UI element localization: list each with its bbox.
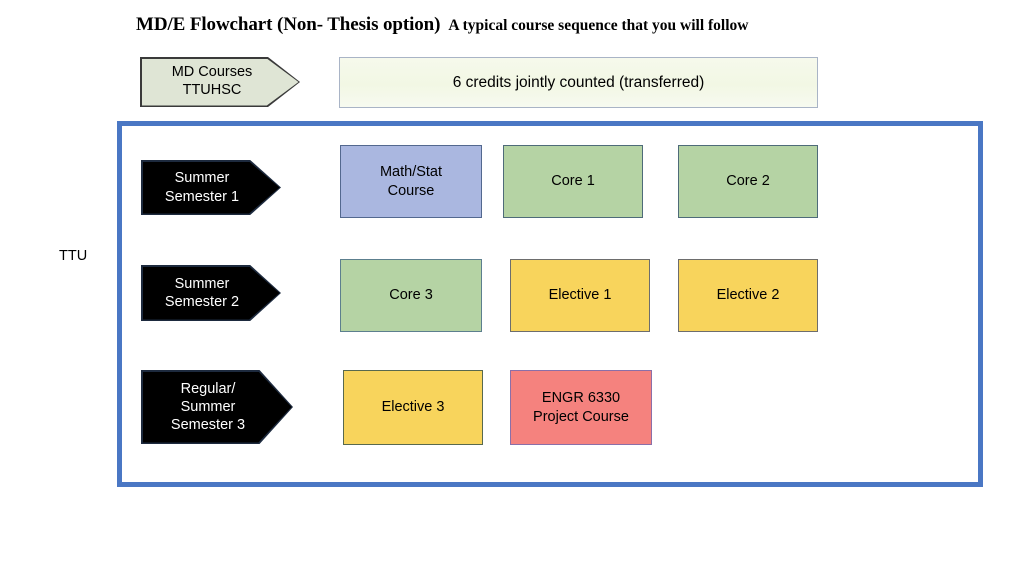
page-title-main: MD/E Flowchart (Non- Thesis option): [136, 14, 441, 35]
course-box[interactable]: Elective 1: [510, 259, 650, 332]
course-box[interactable]: ENGR 6330 Project Course: [510, 370, 652, 445]
course-box-label: Elective 3: [381, 399, 445, 416]
course-box[interactable]: Core 1: [503, 145, 643, 218]
ttu-label: TTU: [59, 248, 88, 264]
course-box[interactable]: Elective 2: [678, 259, 818, 332]
page-title-subtitle: A typical course sequence that you will …: [448, 17, 749, 34]
semester-arrow-label: Summer: [174, 170, 230, 187]
flowchart-canvas: MD/E Flowchart (Non- Thesis option) A typ…: [0, 0, 1024, 576]
course-box[interactable]: Elective 3: [343, 370, 483, 445]
course-box-label: Math/Stat: [379, 164, 443, 181]
page-title: MD/E Flowchart (Non- Thesis option) A typ…: [136, 14, 748, 36]
semester-arrow-label: Regular/: [180, 380, 236, 397]
credits-banner-label: 6 credits jointly counted (transferred): [452, 73, 705, 91]
semester-arrow-label: Semester 3: [170, 417, 246, 434]
semester-arrow-label: Summer: [174, 275, 230, 292]
course-box-label: Elective 1: [548, 287, 612, 304]
course-box-label: Core 1: [551, 173, 595, 190]
course-box-label: Core 3: [389, 287, 433, 304]
course-box[interactable]: Core 2: [678, 145, 818, 218]
semester-arrow-label: Summer: [180, 398, 236, 415]
course-box-label: Course: [387, 182, 435, 199]
course-box[interactable]: Math/Stat Course: [340, 145, 482, 218]
md-courses-arrow-line-1: MD Courses: [171, 64, 253, 81]
md-courses-arrow: MD Courses TTUHSC: [141, 58, 299, 106]
course-box[interactable]: Core 3: [340, 259, 482, 332]
credits-banner: 6 credits jointly counted (transferred): [339, 57, 818, 108]
course-box-label: Elective 2: [716, 287, 780, 304]
course-box-label: Project Course: [533, 408, 629, 425]
semester-arrow-label: Semester 2: [164, 294, 240, 310]
course-box-label: Core 2: [726, 173, 770, 190]
md-courses-arrow-line-2: TTUHSC: [182, 82, 242, 98]
semester-arrow-label: Semester 1: [164, 188, 240, 205]
course-box-label: ENGR 6330: [541, 390, 621, 407]
